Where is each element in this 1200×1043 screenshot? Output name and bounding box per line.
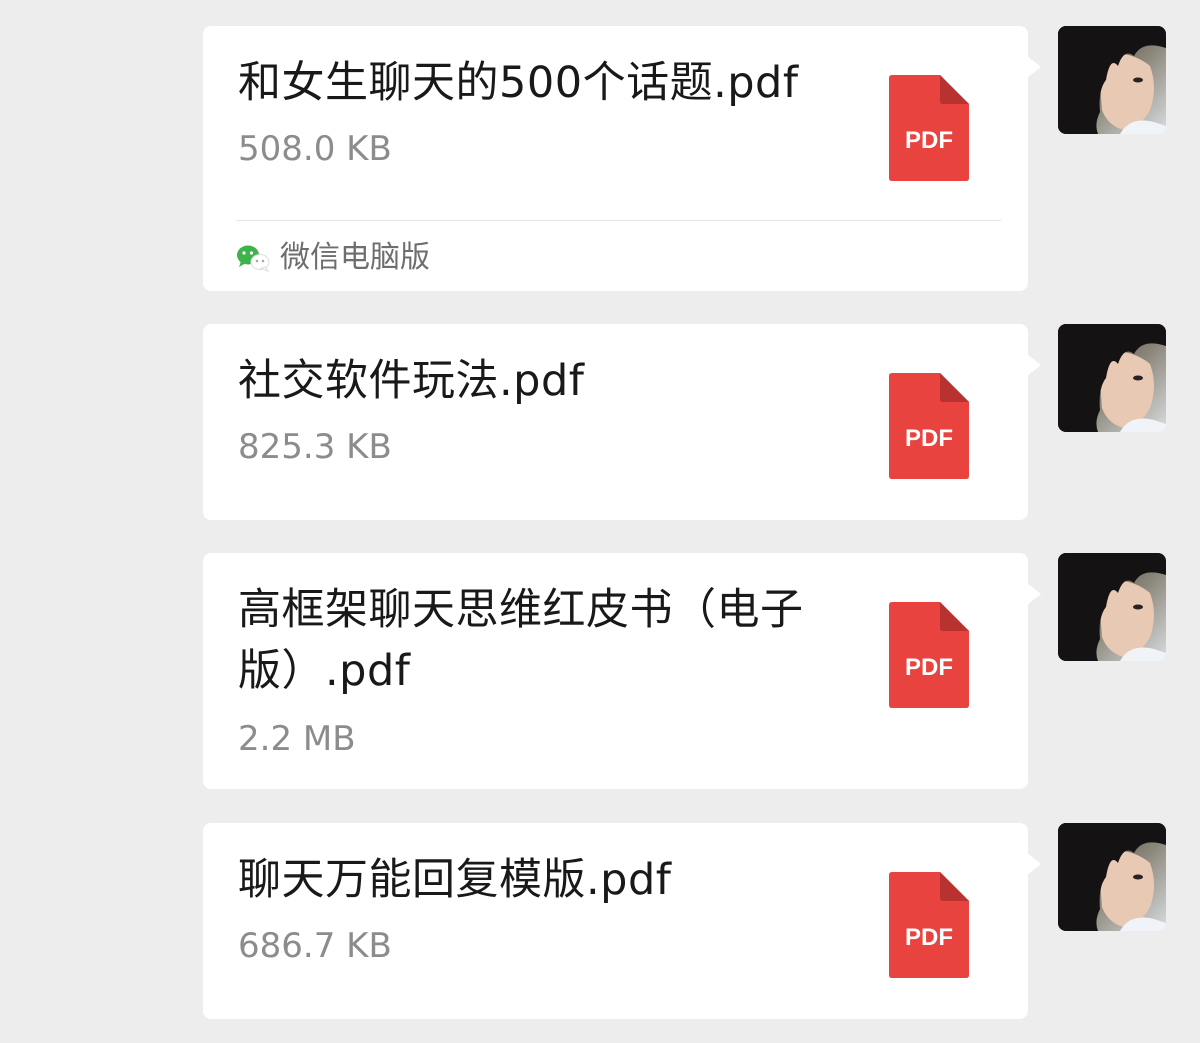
pdf-label: PDF [905, 924, 953, 951]
file-size: 508.0 KB [238, 129, 392, 169]
divider [236, 220, 1001, 221]
pdf-label: PDF [905, 127, 953, 154]
source-label: 微信电脑版 [280, 240, 430, 275]
pdf-file-icon: PDF [889, 373, 969, 479]
file-bubble[interactable]: 社交软件玩法.pdf 825.3 KB PDF [203, 324, 1041, 520]
file-bubble[interactable]: 高框架聊天思维红皮书（电子版）.pdf 2.2 MB PDF [203, 553, 1041, 789]
avatar[interactable] [1058, 823, 1166, 931]
file-size: 686.7 KB [238, 926, 392, 966]
file-bubble[interactable]: 聊天万能回复模版.pdf 686.7 KB PDF [203, 823, 1041, 1019]
avatar[interactable] [1058, 26, 1166, 134]
pdf-label: PDF [905, 654, 953, 681]
avatar[interactable] [1058, 553, 1166, 661]
avatar[interactable] [1058, 324, 1166, 432]
file-name: 聊天万能回复模版.pdf [238, 855, 672, 905]
pdf-file-icon: PDF [889, 872, 969, 978]
file-name: 社交软件玩法.pdf [238, 356, 585, 406]
file-size: 825.3 KB [238, 427, 392, 467]
file-size: 2.2 MB [238, 719, 356, 759]
file-name: 和女生聊天的500个话题.pdf [238, 58, 799, 108]
pdf-file-icon: PDF [889, 75, 969, 181]
wechat-icon [236, 244, 270, 273]
pdf-file-icon: PDF [889, 602, 969, 708]
file-bubble[interactable]: 和女生聊天的500个话题.pdf 508.0 KB PDF 微信电脑版 [203, 26, 1041, 291]
file-name: 高框架聊天思维红皮书（电子版）.pdf [238, 585, 804, 696]
pdf-label: PDF [905, 425, 953, 452]
